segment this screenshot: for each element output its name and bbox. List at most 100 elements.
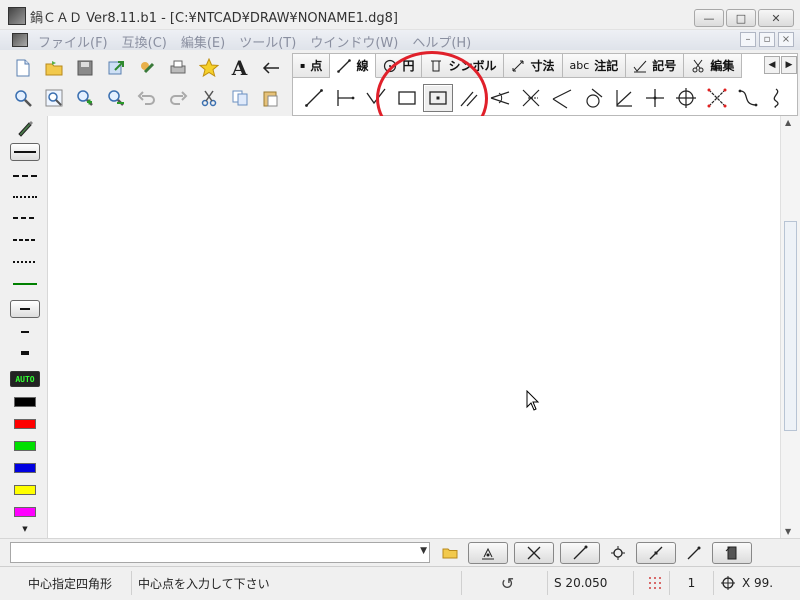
zoom-out-icon[interactable] — [103, 85, 128, 110]
color-swatch-magenta[interactable] — [10, 506, 40, 518]
edit-tab-icon — [692, 59, 704, 72]
scroll-up-icon[interactable]: ▲ — [785, 118, 791, 127]
snap-line-button[interactable] — [560, 542, 600, 564]
export-icon[interactable] — [103, 55, 128, 80]
cut-icon[interactable] — [196, 85, 221, 110]
crosshair-tool[interactable] — [640, 84, 670, 112]
line-width-thick[interactable] — [10, 349, 40, 357]
tab-mark[interactable]: 記号 — [626, 54, 685, 78]
snap-endpoint-button[interactable] — [468, 542, 508, 564]
snap-midpoint-button[interactable] — [636, 542, 676, 564]
drawing-canvas[interactable] — [48, 116, 780, 538]
edit-icon[interactable] — [134, 55, 159, 80]
palette-scroll-down-icon[interactable]: ▼ — [10, 524, 40, 534]
target-tool[interactable] — [671, 84, 701, 112]
chevron-down-icon[interactable]: ▼ — [420, 546, 427, 556]
close-button[interactable]: ✕ — [758, 9, 794, 27]
folder-icon[interactable] — [438, 542, 462, 564]
polyline-tool[interactable] — [361, 84, 391, 112]
color-swatch-black[interactable] — [10, 396, 40, 408]
undo-icon[interactable] — [134, 85, 159, 110]
center-rectangle-tool[interactable] — [423, 84, 453, 112]
maximize-button[interactable]: □ — [726, 9, 756, 27]
zoom-window-icon[interactable] — [10, 85, 35, 110]
line-color-green[interactable] — [10, 278, 40, 290]
new-icon[interactable] — [10, 55, 35, 80]
line-style-fine-dot[interactable] — [10, 256, 40, 268]
curve-tool[interactable] — [733, 84, 763, 112]
line-style-dotted[interactable] — [10, 191, 40, 203]
tab-edit[interactable]: 編集 — [684, 54, 743, 78]
snap-free-icon[interactable] — [682, 542, 706, 564]
status-scale[interactable]: S 20.050 — [548, 571, 634, 595]
circle-tangent-tool[interactable] — [578, 84, 608, 112]
command-bar: ▼ — [0, 538, 800, 566]
intersection-tool[interactable] — [702, 84, 732, 112]
copy-icon[interactable] — [227, 85, 252, 110]
rectangle-tool[interactable] — [392, 84, 422, 112]
print-icon[interactable] — [165, 55, 190, 80]
line-style-solid-thick[interactable] — [10, 142, 40, 162]
view-toolbar — [10, 85, 283, 110]
zoom-all-icon[interactable] — [41, 85, 66, 110]
paste-icon[interactable] — [258, 85, 283, 110]
line-width-medium[interactable] — [10, 328, 40, 336]
menu-compat[interactable]: 互換(C) — [122, 32, 167, 51]
snap-intersection-button[interactable] — [514, 542, 554, 564]
mdi-restore-button[interactable]: ▫ — [759, 32, 775, 47]
tab-note[interactable]: abc 注記 — [562, 54, 627, 78]
save-icon[interactable] — [72, 55, 97, 80]
parallel-line-tool[interactable] — [454, 84, 484, 112]
command-combobox[interactable]: ▼ — [10, 542, 430, 563]
scroll-thumb[interactable] — [784, 221, 797, 431]
spline-tool[interactable] — [764, 84, 794, 112]
document-icon[interactable] — [12, 33, 28, 47]
mdi-minimize-button[interactable]: – — [740, 32, 756, 47]
grid-icon[interactable] — [634, 571, 670, 595]
tab-scroll-right-icon[interactable]: ▶ — [781, 56, 797, 74]
vertical-scrollbar[interactable]: ▲ ▼ — [780, 116, 800, 538]
line-style-dashed[interactable] — [10, 170, 40, 182]
menu-help[interactable]: ヘルプ(H) — [412, 32, 471, 51]
status-bar: 中心指定四角形 中心点を入力して下さい ↺ S 20.050 1 X 99. — [0, 566, 800, 600]
zoom-in-icon[interactable] — [72, 85, 97, 110]
scroll-down-icon[interactable]: ▼ — [785, 527, 791, 536]
text-A-icon[interactable]: A — [227, 55, 252, 80]
angle-line-tool[interactable] — [547, 84, 577, 112]
open-icon[interactable] — [41, 55, 66, 80]
pen-icon[interactable] — [10, 118, 40, 138]
menu-file[interactable]: ファイル(F) — [38, 32, 108, 51]
tab-dimension[interactable]: 寸法 — [504, 54, 563, 78]
mdi-close-button[interactable]: × — [778, 32, 794, 47]
star-icon[interactable] — [196, 55, 221, 80]
tab-scroll-left-icon[interactable]: ◀ — [764, 56, 780, 74]
command-input[interactable] — [11, 543, 411, 562]
arrow-left-icon[interactable] — [258, 55, 283, 80]
status-layer[interactable]: 1 — [670, 571, 714, 595]
menu-window[interactable]: ウインドウ(W) — [310, 32, 398, 51]
tab-point[interactable]: ▪ 点 — [293, 54, 331, 78]
color-swatch-red[interactable] — [10, 418, 40, 430]
redo-icon[interactable] — [165, 85, 190, 110]
tab-line[interactable]: 線 — [330, 54, 377, 78]
line-style-dash-short[interactable] — [10, 212, 40, 224]
color-swatch-green[interactable] — [10, 440, 40, 452]
refresh-icon[interactable]: ↺ — [462, 571, 548, 595]
menu-edit[interactable]: 編集(E) — [181, 32, 225, 51]
auto-color-button[interactable]: AUTO — [10, 370, 40, 388]
menu-tools[interactable]: ツール(T) — [239, 32, 296, 51]
continuous-line-tool[interactable] — [330, 84, 360, 112]
snap-object-button[interactable] — [712, 542, 752, 564]
tangent-line-tool[interactable] — [485, 84, 515, 112]
perpendicular-tool[interactable] — [609, 84, 639, 112]
bisector-tool[interactable] — [516, 84, 546, 112]
color-swatch-blue[interactable] — [10, 462, 40, 474]
line-tool[interactable] — [299, 84, 329, 112]
tab-circle[interactable]: 円 — [376, 54, 423, 78]
line-style-dash-dot[interactable] — [10, 234, 40, 246]
tab-symbol[interactable]: シンボル — [422, 54, 505, 78]
color-swatch-yellow[interactable] — [10, 484, 40, 496]
minimize-button[interactable]: — — [694, 9, 724, 27]
line-width-button[interactable] — [10, 299, 40, 319]
snap-center-icon[interactable] — [606, 542, 630, 564]
